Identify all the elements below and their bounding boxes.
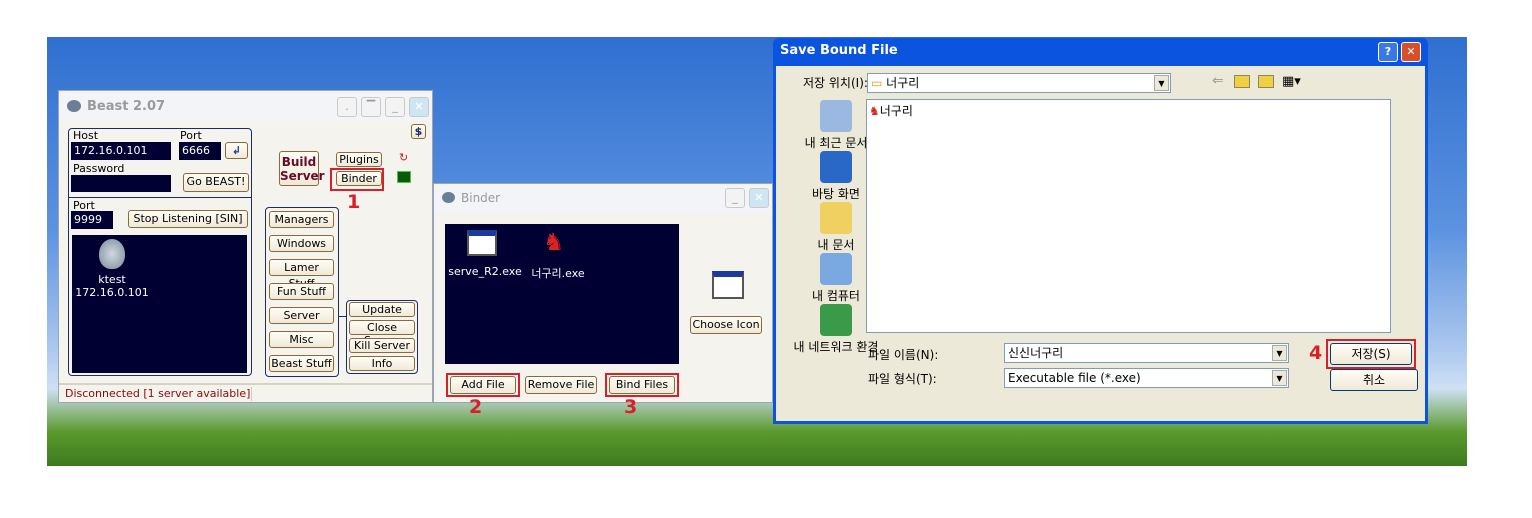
- minimize-button[interactable]: _: [385, 97, 405, 117]
- filetype-label: 파일 형식(T):: [868, 372, 937, 386]
- chevron-down-icon: ▼: [1154, 75, 1169, 91]
- menu-button-fun-stuff[interactable]: Fun Stuff: [269, 283, 334, 300]
- raccoon-icon: ♞: [869, 104, 880, 118]
- port-label: Port: [180, 129, 202, 142]
- place-icon: [820, 100, 852, 132]
- menu-button-server[interactable]: Server: [269, 307, 334, 324]
- step-1-label: 1: [347, 191, 361, 213]
- close-button[interactable]: ✕: [1401, 42, 1421, 62]
- server-list[interactable]: ktest 172.16.0.101: [72, 235, 247, 373]
- refresh-icon[interactable]: ↻: [399, 151, 408, 164]
- add-file-button[interactable]: Add File: [450, 376, 516, 394]
- file-item[interactable]: serve_R2.exe: [447, 265, 523, 278]
- host-input[interactable]: 172.16.0.101: [71, 142, 171, 160]
- server-name: ktest: [98, 273, 126, 286]
- chevron-down-icon: ▼: [1272, 370, 1287, 386]
- bind-file-list[interactable]: serve_R2.exe ♞ 너구리.exe: [445, 224, 679, 364]
- close-button[interactable]: ✕: [409, 97, 429, 117]
- password-label: Password: [73, 162, 125, 175]
- raccoon-file-icon[interactable]: ♞: [543, 228, 569, 258]
- plugins-button[interactable]: Plugins: [336, 152, 382, 167]
- file-list[interactable]: ♞너구리: [866, 99, 1391, 333]
- signal-icon[interactable]: [397, 171, 411, 183]
- listen-port-input[interactable]: 9999: [71, 211, 113, 229]
- build-server-label: Build Server: [280, 155, 325, 183]
- bind-files-button[interactable]: Bind Files: [609, 376, 675, 394]
- icon-preview: [712, 271, 744, 299]
- menu-button-managers[interactable]: Managers: [269, 211, 334, 228]
- save-dialog: Save Bound File ? ✕ 저장 위치(I): ▭ 너구리 ▼ ⇐ ▦…: [773, 38, 1428, 424]
- file-item[interactable]: 너구리.exe: [523, 265, 593, 281]
- beast-titlebar: Beast 2.07 . ▔ _ ✕: [59, 91, 432, 121]
- server-menu-kill-server[interactable]: Kill Server: [349, 338, 415, 353]
- maximize-button[interactable]: ▔: [361, 97, 381, 117]
- go-beast-button[interactable]: Go BEAST!: [183, 173, 249, 192]
- step-2-label: 2: [469, 396, 483, 418]
- help-button[interactable]: .: [337, 97, 357, 117]
- connect-arrow-button[interactable]: ↲: [225, 142, 248, 159]
- step-4-label: 4: [1309, 342, 1323, 364]
- window-title: Beast 2.07: [87, 99, 166, 114]
- help-button[interactable]: ?: [1378, 42, 1398, 62]
- chevron-down-icon[interactable]: ▼: [1272, 345, 1287, 361]
- build-server-button[interactable]: Build Server: [279, 151, 325, 186]
- menu-button-windows[interactable]: Windows: [269, 235, 334, 252]
- binder-titlebar: Binder _ ✕: [434, 184, 772, 212]
- place-icon: [820, 202, 852, 234]
- new-folder-icon[interactable]: [1258, 75, 1274, 88]
- remove-file-button[interactable]: Remove File: [525, 376, 597, 394]
- host-label: Host: [73, 129, 99, 142]
- stop-listening-button[interactable]: Stop Listening [SIN]: [128, 210, 248, 228]
- filename-input[interactable]: 신신너구리 ▼: [1004, 343, 1289, 363]
- place-icon: [820, 253, 852, 285]
- status-bar: Disconnected [1 server available]: [59, 383, 432, 402]
- server-ip: 172.16.0.101: [75, 286, 149, 299]
- binder-button[interactable]: Binder: [336, 171, 382, 186]
- save-button[interactable]: 저장(S): [1330, 343, 1412, 365]
- filename-label: 파일 이름(N):: [868, 348, 939, 362]
- window-title: Binder: [461, 191, 501, 205]
- place-icon: [820, 151, 852, 183]
- back-icon[interactable]: ⇐: [1212, 73, 1224, 89]
- place-icon: [820, 304, 852, 336]
- status-text: Disconnected [1 server available]: [65, 387, 251, 400]
- file-item[interactable]: ♞너구리: [869, 102, 913, 119]
- location-label: 저장 위치(I):: [803, 76, 868, 90]
- exe-file-icon[interactable]: [467, 230, 497, 256]
- server-menu-info[interactable]: Info: [349, 356, 415, 371]
- minimize-button[interactable]: _: [725, 188, 745, 208]
- cancel-button[interactable]: 취소: [1330, 369, 1418, 391]
- choose-icon-button[interactable]: Choose Icon: [690, 316, 762, 334]
- view-menu-icon[interactable]: ▦▾: [1282, 74, 1301, 89]
- location-value: 너구리: [886, 76, 920, 90]
- alien-icon: [67, 100, 81, 112]
- dollar-button[interactable]: $: [411, 124, 426, 139]
- server-menu-close-server[interactable]: Close Server: [349, 320, 415, 347]
- port-input[interactable]: 6666: [179, 142, 221, 160]
- close-button[interactable]: ✕: [749, 188, 769, 208]
- filetype-dropdown[interactable]: Executable file (*.exe) ▼: [1004, 368, 1289, 388]
- alien-icon: [442, 192, 455, 203]
- menu-button-lamer-stuff[interactable]: Lamer Stuff: [269, 259, 334, 290]
- menu-button-beast-stuff[interactable]: Beast Stuff: [269, 355, 334, 372]
- folder-icon: ▭: [871, 76, 887, 90]
- up-folder-icon[interactable]: [1234, 75, 1250, 88]
- step-3-label: 3: [624, 396, 638, 418]
- dialog-title: Save Bound File: [780, 43, 898, 58]
- binder-window: Binder _ ✕ serve_R2.exe ♞ 너구리.exe Choose…: [433, 183, 773, 418]
- server-menu-update[interactable]: Update: [349, 302, 415, 317]
- password-input[interactable]: [71, 175, 171, 192]
- beast-window: Beast 2.07 . ▔ _ ✕ $ Host Port 172.16.0.…: [58, 90, 433, 403]
- alien-server-icon[interactable]: [99, 239, 125, 269]
- location-dropdown[interactable]: ▭ 너구리 ▼: [867, 73, 1171, 93]
- menu-button-misc[interactable]: Misc: [269, 331, 334, 348]
